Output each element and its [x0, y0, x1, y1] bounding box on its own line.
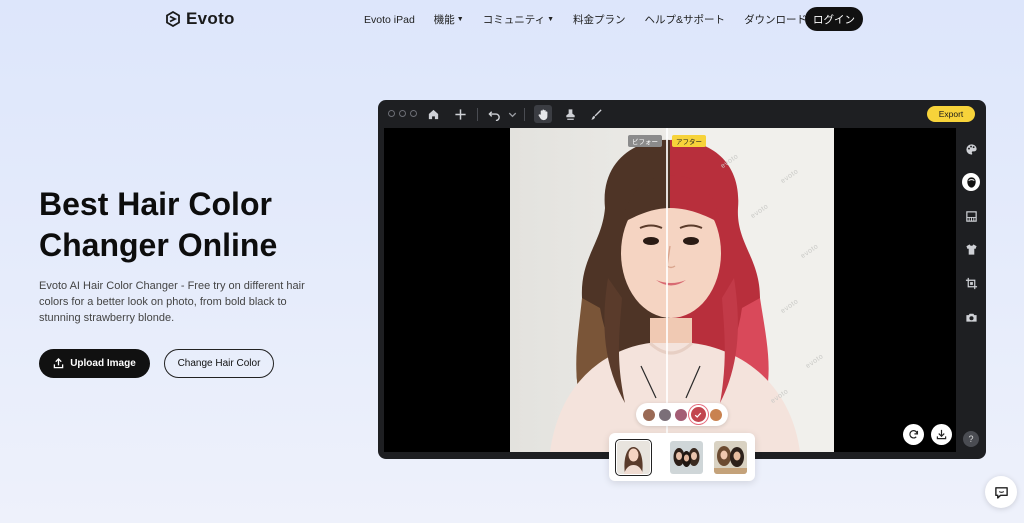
- color-swatch[interactable]: [709, 408, 722, 421]
- login-button[interactable]: ログイン: [805, 7, 863, 31]
- reset-icon[interactable]: [903, 424, 924, 445]
- nav-item-download[interactable]: ダウンロード: [744, 12, 807, 27]
- crop-icon[interactable]: [962, 274, 980, 292]
- texture-icon[interactable]: [962, 207, 980, 225]
- export-button[interactable]: Export: [927, 106, 975, 122]
- chevron-down-icon[interactable]: [504, 106, 520, 122]
- nav-item-community[interactable]: コミュニティ ▼: [483, 12, 554, 27]
- change-hair-color-button[interactable]: Change Hair Color: [164, 349, 274, 378]
- page-title: Best Hair Color Changer Online: [39, 186, 278, 263]
- nav-item-label: ダウンロード: [744, 14, 808, 26]
- nav-item-label: Evoto iPad: [364, 13, 415, 26]
- sample-thumbnail[interactable]: [670, 441, 703, 474]
- toolbar-divider: [524, 108, 525, 121]
- shirt-icon[interactable]: [962, 240, 980, 258]
- download-icon[interactable]: [931, 424, 952, 445]
- toolbar-divider: [477, 108, 478, 121]
- color-swatch-selected[interactable]: [690, 407, 706, 422]
- window-controls: [388, 110, 417, 117]
- window-minimize-dot[interactable]: [399, 110, 406, 117]
- nav-item-features[interactable]: 機能 ▼: [434, 12, 464, 27]
- plus-icon[interactable]: [452, 106, 468, 122]
- palette-icon[interactable]: [962, 140, 980, 158]
- nav-item-label: 機能: [433, 14, 455, 26]
- after-label: アフター: [672, 135, 706, 147]
- nav-item-label: ヘルプ&サポート: [644, 14, 726, 26]
- sample-thumbnail-selected[interactable]: [615, 439, 652, 476]
- nav-item-label: コミュニティ: [482, 14, 546, 26]
- sample-thumbnails: [609, 433, 755, 481]
- home-icon[interactable]: [425, 106, 441, 122]
- camera-icon[interactable]: [962, 308, 980, 326]
- window-maximize-dot[interactable]: [410, 110, 417, 117]
- upload-image-button[interactable]: Upload Image: [39, 349, 150, 378]
- nav-item-pricing[interactable]: 料金プラン: [573, 12, 626, 27]
- hair-color-swatches: [636, 403, 728, 426]
- brush-icon[interactable]: [588, 106, 604, 122]
- caret-down-icon: ▼: [547, 16, 555, 23]
- chat-button[interactable]: [985, 476, 1017, 508]
- before-label: ビフォー: [628, 135, 662, 147]
- brand-name: Evoto: [186, 9, 235, 28]
- face-icon[interactable]: [962, 173, 980, 191]
- hand-icon[interactable]: [534, 105, 552, 123]
- chat-bubble-icon: [994, 486, 1008, 499]
- color-swatch[interactable]: [642, 408, 655, 421]
- window-close-dot[interactable]: [388, 110, 395, 117]
- evoto-logo[interactable]: Evoto: [166, 9, 235, 29]
- sample-thumbnail[interactable]: [714, 441, 747, 474]
- hero-description: Evoto AI Hair Color Changer - Free try o…: [39, 280, 305, 324]
- evoto-logo-icon: [166, 11, 180, 27]
- nav-item-help[interactable]: ヘルプ&サポート: [645, 12, 726, 27]
- right-tool-panel: ?: [956, 128, 986, 459]
- check-icon: [694, 412, 702, 418]
- stamp-icon[interactable]: [562, 106, 578, 122]
- color-swatch[interactable]: [658, 408, 671, 421]
- thumbnail-image: [617, 441, 650, 474]
- nav-item-label: 料金プラン: [573, 14, 626, 26]
- nav-item-ipad[interactable]: Evoto iPad: [364, 14, 415, 26]
- thumbnail-image: [670, 441, 703, 474]
- upload-label: Upload Image: [70, 358, 136, 369]
- thumbnail-image: [714, 441, 747, 474]
- main-nav: Evoto iPad 機能 ▼ コミュニティ ▼ 料金プラン ヘルプ&サポート ダウ…: [364, 12, 807, 27]
- help-icon[interactable]: ?: [963, 431, 979, 447]
- color-swatch[interactable]: [674, 408, 687, 421]
- caret-down-icon: ▼: [456, 16, 464, 23]
- undo-icon[interactable]: [486, 106, 502, 122]
- upload-icon: [53, 358, 64, 369]
